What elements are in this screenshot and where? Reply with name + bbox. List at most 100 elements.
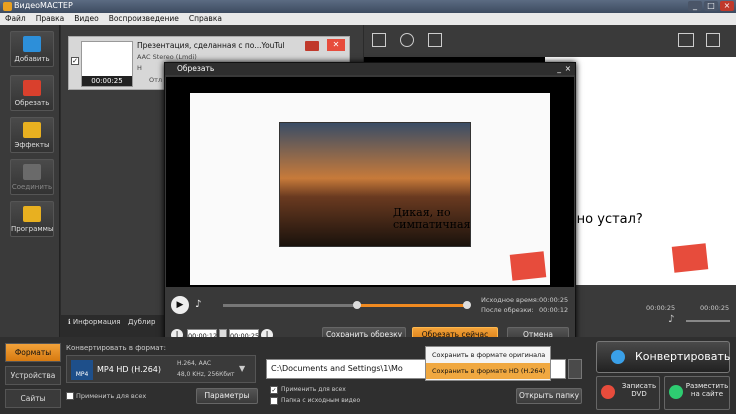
trim-dialog: Обрезать _ × Дикая, но симпатичная ▶ ♪ И…: [164, 62, 576, 347]
minimize-icon[interactable]: _: [688, 1, 702, 11]
burn-dvd-label: Записать DVD: [621, 382, 657, 398]
title-bar: ВидеоМАСТЕР _ □ ×: [0, 0, 736, 13]
tab-devices[interactable]: Устройства: [5, 366, 61, 385]
app-title: ВидеоМАСТЕР: [14, 1, 73, 10]
play-button[interactable]: ▶: [171, 296, 189, 314]
menu-playback[interactable]: Воспроизведение: [109, 13, 179, 25]
menu-file[interactable]: Файл: [5, 13, 26, 25]
dialog-powtoon-logo-icon: [509, 251, 547, 281]
menu-edit[interactable]: Правка: [36, 13, 65, 25]
after-trim-label: После обрезки:: [481, 306, 534, 314]
add-button[interactable]: Добавить: [10, 31, 54, 67]
scissors-icon: [23, 80, 41, 96]
format-badge: MP4: [71, 360, 93, 380]
menu-bar: Файл Правка Видео Воспроизведение Справк…: [0, 13, 736, 25]
convert-to-label: Конвертировать в формат:: [66, 344, 166, 352]
maximize-icon[interactable]: □: [704, 1, 718, 11]
snapshot-icon[interactable]: [400, 33, 414, 47]
apply-all-2-checkbox[interactable]: ✓: [270, 386, 278, 394]
file-title: Презентация, сделанная с по...YouTul: [137, 41, 285, 50]
video-caption: Дикая, но симпатичная: [393, 206, 471, 231]
bottom-panel: Форматы Устройства Сайты Конвертировать …: [0, 337, 736, 414]
camera-icon[interactable]: [678, 33, 694, 47]
after-trim: 00:00:12: [539, 306, 569, 314]
codec-2: 48,0 KHz, 256Кбит: [177, 371, 235, 378]
src-folder-label: Папка с исходным видео: [281, 397, 361, 404]
save-hd-option[interactable]: Сохранить в формате HD (H.264): [426, 363, 550, 379]
dvd-icon: [601, 385, 615, 399]
browse-folder-icon[interactable]: [568, 359, 582, 379]
burn-dvd-button[interactable]: Записать DVD: [596, 376, 660, 410]
trim-start-handle[interactable]: [353, 301, 361, 309]
effects-button[interactable]: Эффекты: [10, 117, 54, 153]
join-icon: [23, 164, 41, 180]
file-flag-2: Отл: [149, 76, 163, 84]
format-name: MP4 HD (H.264): [97, 365, 162, 374]
app-icon: [3, 2, 12, 11]
open-folder-button[interactable]: Открыть папку: [516, 388, 582, 404]
params-button[interactable]: Параметры: [196, 388, 258, 404]
src-folder-checkbox[interactable]: [270, 397, 278, 405]
convert-icon: [611, 350, 625, 364]
source-duration: 00:00:25: [539, 296, 569, 304]
effects-icon: [23, 122, 41, 138]
trim-selection: [356, 304, 469, 307]
programs-label: Программы: [11, 225, 54, 233]
remove-file-icon[interactable]: ✕: [327, 39, 345, 51]
convert-button[interactable]: Конвертировать: [596, 341, 730, 373]
fit-icon[interactable]: [372, 33, 386, 47]
file-flag-1: Н: [137, 64, 142, 72]
format-selector[interactable]: MP4 MP4 HD (H.264) H.264, AAC 48,0 KHz, …: [66, 355, 256, 383]
source-duration-label: Исходное время:: [481, 296, 540, 304]
preview-subtitle: ьно устал?: [569, 212, 643, 227]
close-icon[interactable]: ×: [720, 1, 734, 11]
menu-video[interactable]: Видео: [74, 13, 98, 25]
publish-icon: [669, 385, 683, 399]
effects-label: Эффекты: [14, 141, 50, 149]
programs-button[interactable]: Программы: [10, 201, 54, 237]
add-video-icon: [23, 36, 41, 52]
preview-volume-slider[interactable]: [686, 320, 730, 322]
publish-label: Разместить на сайте: [685, 382, 729, 398]
dialog-video-area: Дикая, но симпатичная: [166, 77, 574, 287]
file-thumbnail: 00:00:25: [81, 41, 133, 87]
save-original-option[interactable]: Сохранить в формате оригинала: [426, 347, 550, 363]
tab-formats[interactable]: Форматы: [5, 343, 61, 362]
tab-sites[interactable]: Сайты: [5, 389, 61, 408]
file-duration: 00:00:25: [82, 76, 132, 86]
dialog-close-icon[interactable]: ×: [565, 63, 571, 75]
trim-label: Обрезать: [14, 99, 50, 107]
convert-label: Конвертировать: [635, 350, 731, 363]
hd-badge-icon: [305, 41, 319, 51]
fullscreen-icon[interactable]: [706, 33, 720, 47]
tab-info[interactable]: ℹ Информация: [68, 318, 121, 326]
menu-help[interactable]: Справка: [189, 13, 222, 25]
codec-1: H.264, AAC: [177, 360, 212, 367]
add-label: Добавить: [14, 55, 50, 63]
window-controls: _ □ ×: [688, 1, 734, 11]
format-dropdown-icon: ▼: [239, 364, 246, 373]
dialog-title: Обрезать _ ×: [165, 63, 575, 75]
join-button[interactable]: Соединить: [10, 159, 54, 195]
preview-volume-icon[interactable]: ♪: [668, 314, 680, 326]
brightness-icon[interactable]: [428, 33, 442, 47]
programs-icon: [23, 206, 41, 222]
publish-button[interactable]: Разместить на сайте: [664, 376, 730, 410]
powtoon-logo-icon: [671, 243, 709, 273]
dialog-minimize-icon[interactable]: _: [557, 63, 561, 75]
volume-icon[interactable]: ♪: [195, 299, 201, 310]
apply-all-checkbox[interactable]: [66, 392, 74, 400]
join-label: Соединить: [11, 183, 53, 191]
tab-dub[interactable]: Дублир: [128, 318, 155, 326]
preview-time-2: 00:00:25: [700, 304, 730, 312]
file-checkbox[interactable]: ✓: [71, 57, 79, 65]
sidebar: Добавить Обрезать Эффекты Соединить Прог…: [0, 25, 60, 345]
trim-button[interactable]: Обрезать: [10, 75, 54, 111]
apply-all-label: Применить для всех: [76, 392, 147, 400]
trim-timeline[interactable]: [223, 301, 471, 309]
save-options-menu: Сохранить в формате оригинала Сохранить …: [425, 346, 551, 381]
preview-time-1: 00:00:25: [646, 304, 676, 312]
trim-end-handle[interactable]: [463, 301, 471, 309]
apply-all-2-label: Применить для всех: [281, 386, 346, 393]
file-audio: AAC Stereo (Lmdi): [137, 53, 197, 61]
